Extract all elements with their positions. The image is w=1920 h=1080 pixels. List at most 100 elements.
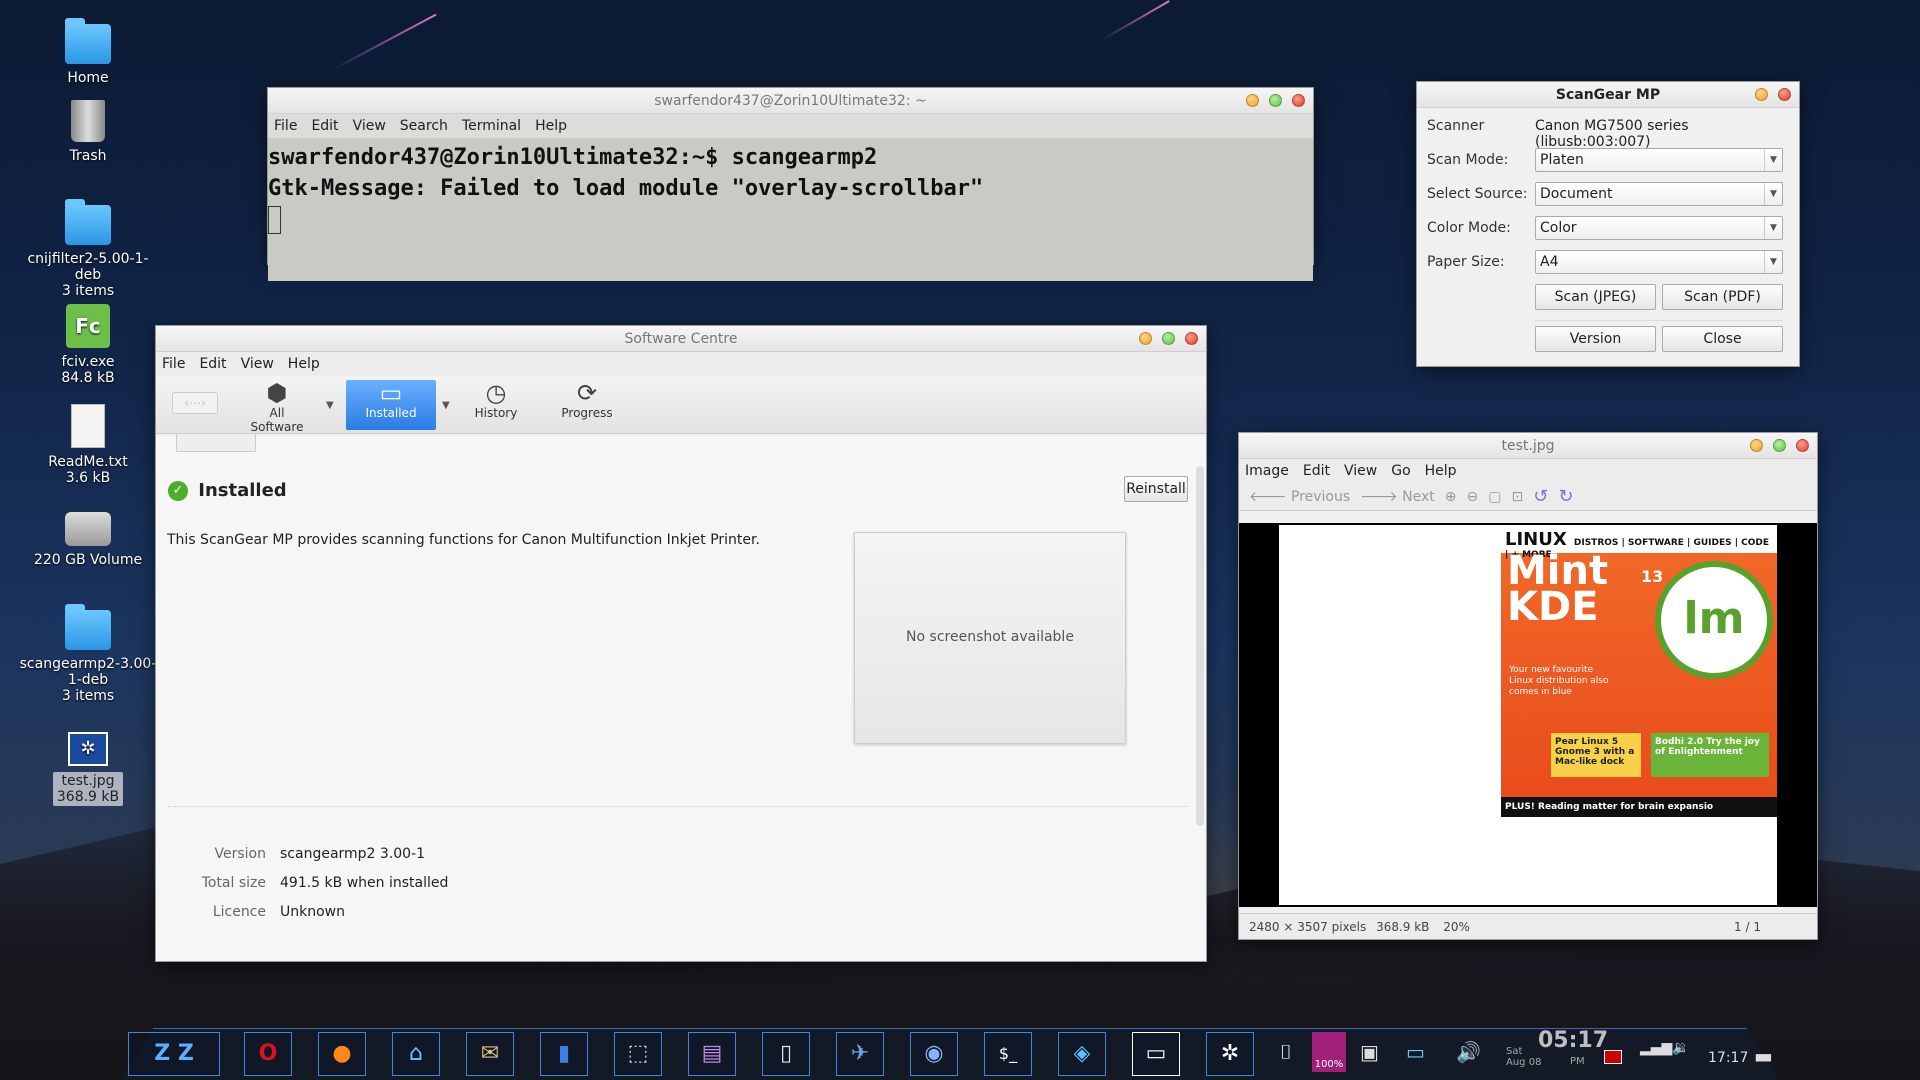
image-canvas[interactable]: LINUX DISTROS | SOFTWARE | GUIDES | CODE… [1239,523,1817,907]
menu-go[interactable]: Go [1391,463,1410,479]
menu-image[interactable]: Image [1245,463,1289,479]
scrollbar[interactable] [1196,466,1204,826]
minimize-button[interactable] [1750,439,1763,452]
all-software-dropdown-icon[interactable]: ▼ [326,400,334,411]
maximize-button[interactable] [1269,94,1282,107]
tray-folder-icon[interactable]: ▭ [1406,1040,1425,1064]
scangear-window[interactable]: ScanGear MP Scanner Canon MG7500 series … [1416,81,1800,367]
taskbar-files[interactable]: ⌂ [392,1032,440,1076]
taskbar-software-centre[interactable]: ◈ [1058,1032,1106,1076]
desktop-icon-test-jpg[interactable]: ✲ test.jpg 368.9 kB [18,732,158,806]
desktop-icon-home[interactable]: Home [18,18,158,86]
zoom-out-icon[interactable]: ⊖ [1467,489,1479,505]
taskbar-screenshot[interactable]: ⬚ [614,1032,662,1076]
menu-view[interactable]: View [1344,463,1377,479]
desktop-icon-cnijfilter-folder[interactable]: cnijfilter2-5.00-1-deb 3 items [18,199,158,299]
menu-help[interactable]: Help [535,118,567,134]
menu-search[interactable]: Search [400,118,448,134]
maximize-button[interactable] [1162,332,1175,345]
software-details-pane[interactable]: ✓ Installed Reinstall This ScanGear MP p… [156,434,1206,961]
desktop-icon-fciv[interactable]: Fc fciv.exe 84.8 kB [18,304,158,386]
image-viewer-window[interactable]: test.jpg Image Edit View Go Help 🡐 Previ… [1238,432,1818,940]
scan-mode-select[interactable]: Platen ▼ [1535,148,1783,172]
tray-flag-icon[interactable] [1604,1050,1622,1064]
bird-icon: ✈ [850,1041,870,1066]
next-button[interactable]: 🡒 Next [1360,488,1435,505]
document-icon: ▮ [557,1041,571,1066]
menu-edit[interactable]: Edit [199,356,226,372]
zoom-normal-icon[interactable]: ▢ [1488,489,1501,505]
reinstall-button[interactable]: Reinstall [1124,476,1188,502]
scan-pdf-button[interactable]: Scan (PDF) [1662,284,1783,310]
scangear-titlebar[interactable]: ScanGear MP [1417,82,1799,108]
paper-size-select[interactable]: A4 ▼ [1535,250,1783,274]
taskbar-zorin-menu[interactable]: Z Z [128,1032,220,1076]
menu-view[interactable]: View [353,118,386,134]
tray-network-icon[interactable]: ▂▄▆ [1640,1040,1672,1056]
maximize-button[interactable] [1773,439,1786,452]
tray-sound-icon[interactable]: 🔉 [1672,1040,1689,1056]
app-metadata: Version scangearmp2 3.00-1 Total size 49… [201,846,449,920]
taskbar-scangear[interactable]: ✲ [1206,1032,1254,1076]
all-software-button[interactable]: ⬢ All Software [242,380,312,434]
tray-speaker-icon[interactable]: 🔊 [1456,1040,1481,1064]
tray-usb-icon[interactable]: ⌷ [1280,1040,1292,1064]
tray-calendar-icon[interactable]: ▣ [1360,1040,1379,1064]
terminal-cursor [268,206,281,234]
scan-jpeg-button[interactable]: Scan (JPEG) [1535,284,1656,310]
taskbar-thunderbird[interactable]: ✈ [836,1032,884,1076]
previous-button[interactable]: 🡐 Previous [1249,488,1350,505]
taskbar-terminal[interactable]: $_ [984,1032,1032,1076]
close-button[interactable] [1292,94,1305,107]
software-centre-window[interactable]: Software Centre File Edit View Help ‹⋯› … [155,325,1207,962]
minimize-button[interactable] [1139,332,1152,345]
scanner-value: Canon MG7500 series (libusb:003:007) [1535,118,1689,150]
terminal-output[interactable]: swarfendor437@Zorin10Ultimate32:~$ scang… [268,138,1313,281]
menu-view[interactable]: View [241,356,274,372]
desktop-icon-volume[interactable]: 220 GB Volume [18,512,158,568]
image-viewer-titlebar[interactable]: test.jpg [1239,433,1817,459]
taskbar-writer[interactable]: ▯ [762,1032,810,1076]
menu-help[interactable]: Help [288,356,320,372]
menu-help[interactable]: Help [1425,463,1457,479]
color-mode-select[interactable]: Color ▼ [1535,216,1783,240]
close-dialog-button[interactable]: Close [1662,326,1783,352]
desktop-icon-scangearmp2-folder[interactable]: scangearmp2-3.00-1-deb 3 items [18,604,158,704]
tray-clock[interactable]: 17:17 [1708,1050,1748,1066]
tray-volume-badge[interactable]: 100% [1312,1032,1346,1072]
desktop-icon-trash[interactable]: Trash [18,100,158,164]
terminal-titlebar[interactable]: swarfendor437@Zorin10Ultimate32: ~ [268,88,1313,114]
taskbar-image-viewer[interactable]: ▭ [1132,1032,1180,1076]
taskbar-firefox[interactable]: ● [318,1032,366,1076]
close-button[interactable] [1185,332,1198,345]
close-button[interactable] [1796,439,1809,452]
menu-file[interactable]: File [274,118,297,134]
zoom-in-icon[interactable]: ⊕ [1445,489,1457,505]
taskbar-video[interactable]: ▤ [688,1032,736,1076]
desktop-icon-readme[interactable]: ReadMe.txt 3.6 kB [18,404,158,486]
taskbar-app[interactable]: ▮ [540,1032,588,1076]
back-forward-button[interactable]: ‹⋯› [172,392,218,414]
software-centre-titlebar[interactable]: Software Centre [156,326,1206,352]
history-button[interactable]: ◷ History [466,380,526,430]
installed-button[interactable]: ▭ Installed [346,380,436,430]
minimize-button[interactable] [1755,88,1768,101]
tray-show-desktop-icon[interactable]: ▬ [1754,1044,1773,1068]
progress-button[interactable]: ⟳ Progress [552,380,622,430]
taskbar-mail[interactable]: ✉ [466,1032,514,1076]
source-select[interactable]: Document ▼ [1535,182,1783,206]
menu-file[interactable]: File [162,356,185,372]
terminal-window[interactable]: swarfendor437@Zorin10Ultimate32: ~ File … [267,87,1314,281]
menu-edit[interactable]: Edit [311,118,338,134]
taskbar-chromium[interactable]: ◉ [910,1032,958,1076]
menu-edit[interactable]: Edit [1303,463,1330,479]
minimize-button[interactable] [1246,94,1259,107]
taskbar-opera[interactable]: O [244,1032,292,1076]
zoom-fit-icon[interactable]: ⊡ [1512,489,1524,505]
installed-dropdown-icon[interactable]: ▼ [442,400,450,411]
rotate-left-icon[interactable]: ↺ [1533,486,1548,507]
close-button[interactable] [1778,88,1791,101]
rotate-right-icon[interactable]: ↻ [1558,486,1573,507]
version-button[interactable]: Version [1535,326,1656,352]
menu-terminal[interactable]: Terminal [462,118,521,134]
